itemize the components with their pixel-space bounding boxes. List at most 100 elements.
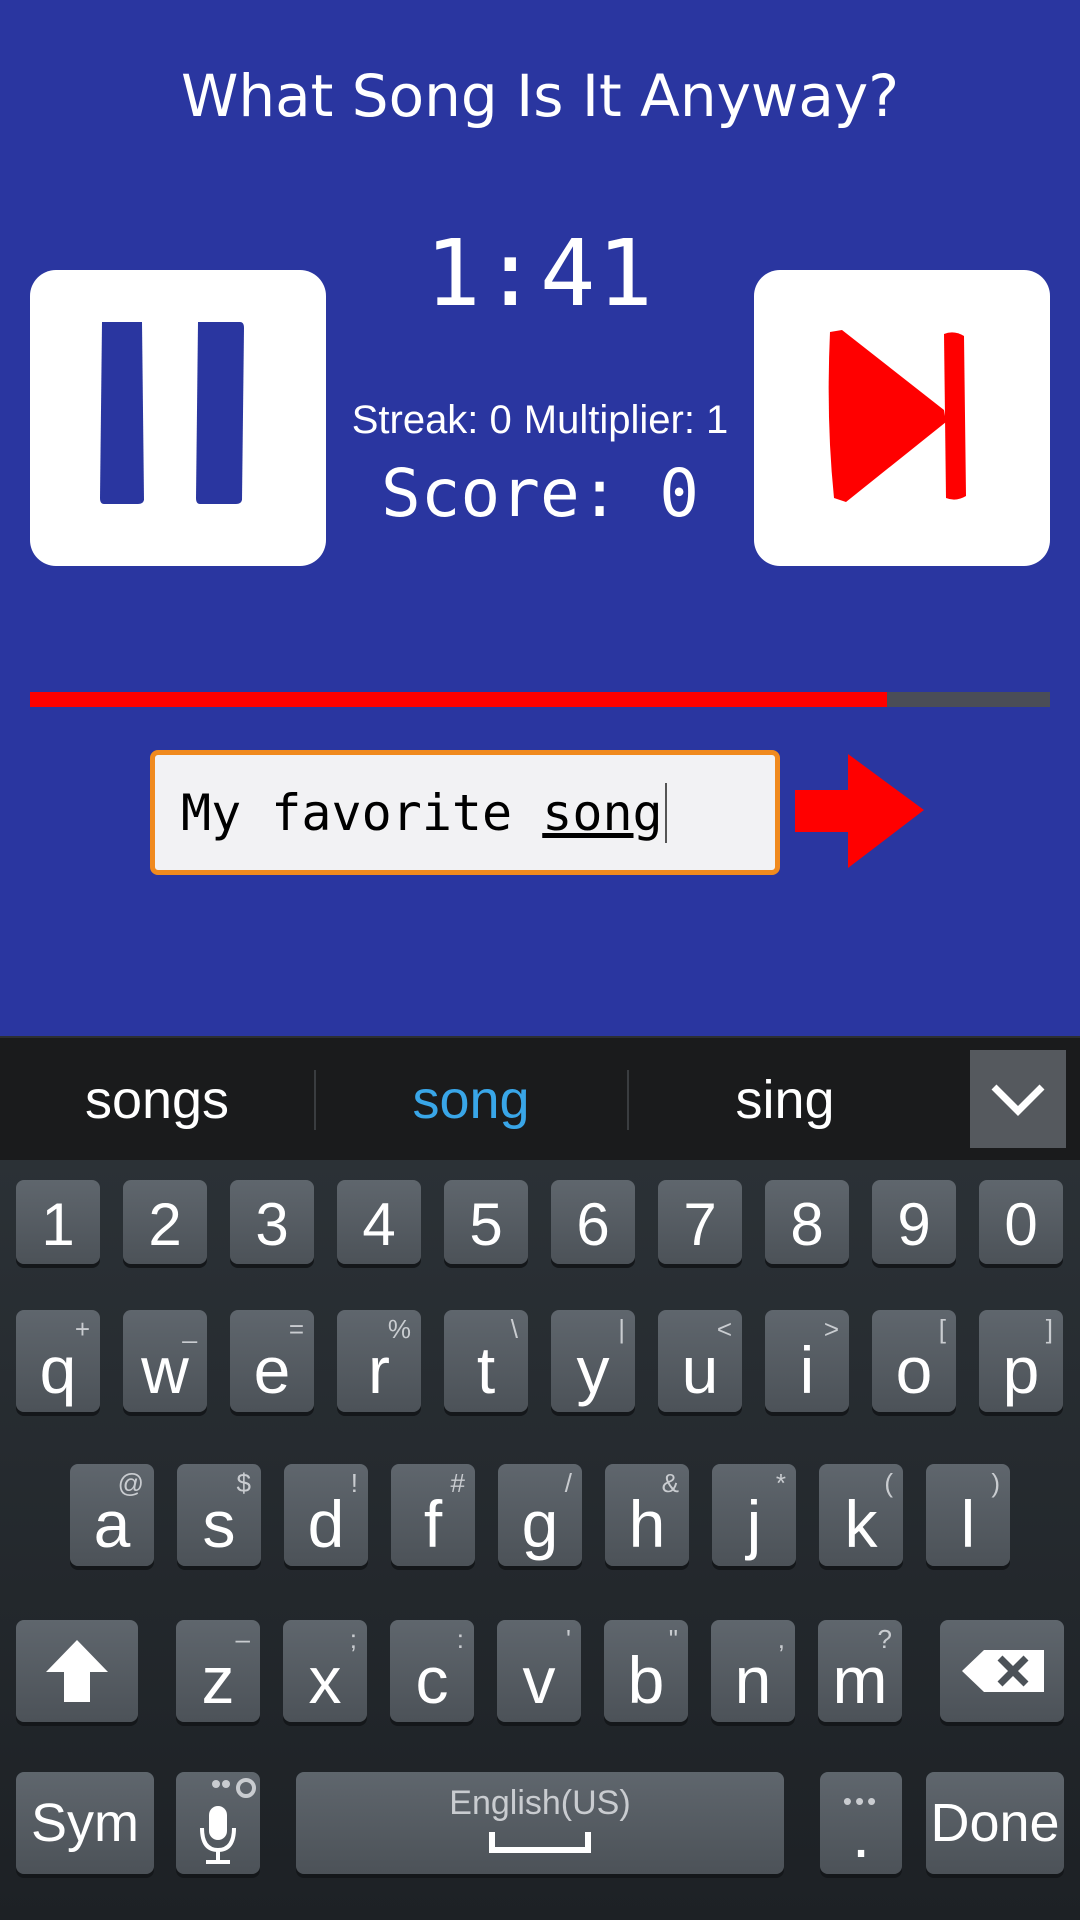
key-m-label: m [832, 1643, 888, 1717]
key-4[interactable]: 4 [337, 1180, 421, 1264]
key-s-label: s [202, 1487, 236, 1561]
score-label: Score: 0 [381, 455, 699, 532]
shift-icon [46, 1640, 108, 1702]
key-q[interactable]: + q [16, 1310, 100, 1412]
key-n[interactable]: ,n [711, 1620, 795, 1722]
key-p-label: p [1002, 1333, 1040, 1407]
game-screen: What Song Is It Anyway? 1:41 Streak: 0 Mu… [0, 0, 1080, 1036]
key-6-label: 6 [576, 1191, 610, 1258]
key-g-label: g [521, 1487, 559, 1561]
key-8-label: 8 [790, 1191, 824, 1258]
key-5[interactable]: 5 [444, 1180, 528, 1264]
skip-button[interactable] [754, 270, 1050, 566]
key-0-label: 0 [1004, 1191, 1038, 1258]
answer-composing-word: song [542, 783, 663, 842]
key-b[interactable]: " b [604, 1620, 688, 1722]
key-6[interactable]: 6 [551, 1180, 635, 1264]
period-key[interactable]: ••• . [820, 1772, 902, 1874]
key-v-label: v [522, 1643, 556, 1717]
key-9-label: 9 [897, 1191, 931, 1258]
key-0[interactable]: 0 [979, 1180, 1063, 1264]
app-title: What Song Is It Anyway? [180, 62, 900, 130]
key-7[interactable]: 7 [658, 1180, 742, 1264]
timer: 1:41 [425, 220, 655, 327]
answer-prefix: My favorite [181, 783, 543, 842]
key-x[interactable]: ; x [283, 1620, 367, 1722]
key-a[interactable]: @ a [70, 1464, 154, 1566]
key-k[interactable]: (k [819, 1464, 903, 1566]
key-s[interactable]: $ s [177, 1464, 261, 1566]
key-i[interactable]: > i [765, 1310, 849, 1412]
space-icon [489, 1832, 591, 1853]
key-y[interactable]: | y [551, 1310, 635, 1412]
key-d-label: d [307, 1487, 345, 1561]
skip-next-icon [828, 330, 966, 502]
key-3[interactable]: 3 [230, 1180, 314, 1264]
voice-input-key[interactable] [176, 1772, 260, 1874]
key-z[interactable]: – z [176, 1620, 260, 1722]
key-i-label: i [799, 1333, 815, 1407]
key-7-label: 7 [683, 1191, 717, 1258]
backspace-key[interactable] [940, 1620, 1064, 1722]
key-y-label: y [576, 1333, 610, 1407]
key-c[interactable]: :c [390, 1620, 474, 1722]
key-p[interactable]: ] p [979, 1310, 1063, 1412]
key-j[interactable]: * j [712, 1464, 796, 1566]
keyboard: Sym English(US) ••• . Done 1 2 3 4 5 6 7 8 9 0 + q _… [0, 1160, 1080, 1920]
key-1-label: 1 [41, 1191, 75, 1258]
answer-input[interactable]: My favorite song [150, 750, 780, 875]
key-8[interactable]: 8 [765, 1180, 849, 1264]
key-r[interactable]: % r [337, 1310, 421, 1412]
key-u[interactable]: < u [658, 1310, 742, 1412]
sym-label: Sym [31, 1793, 139, 1853]
done-label: Done [930, 1793, 1060, 1853]
key-f-label: f [423, 1487, 443, 1561]
key-2[interactable]: 2 [123, 1180, 207, 1264]
key-9[interactable]: 9 [872, 1180, 956, 1264]
key-j-label: j [746, 1487, 762, 1561]
sym-key[interactable]: Sym [16, 1772, 154, 1874]
space-key[interactable]: English(US) [296, 1772, 784, 1874]
key-q-label: q [39, 1333, 77, 1407]
shift-key[interactable] [16, 1620, 138, 1722]
key-r-label: r [368, 1333, 390, 1407]
submit-arrow-icon[interactable] [790, 750, 930, 870]
collapse-suggestions-button[interactable] [970, 1050, 1066, 1148]
suggestion-song[interactable]: song [314, 1038, 628, 1162]
song-progress-bar [30, 692, 1050, 707]
key-c-label: c [415, 1643, 449, 1717]
key-t-label: t [476, 1333, 496, 1407]
key-w-label: w [141, 1333, 189, 1407]
mic-icon [200, 1806, 236, 1864]
suggestion-songs[interactable]: songs [0, 1038, 314, 1162]
key-t[interactable]: \ t [444, 1310, 528, 1412]
key-f[interactable]: # f [391, 1464, 475, 1566]
key-w[interactable]: _ w [123, 1310, 207, 1412]
done-key[interactable]: Done [926, 1772, 1064, 1874]
pause-icon [100, 322, 244, 504]
key-u-label: u [681, 1333, 719, 1407]
key-k-label: k [844, 1487, 878, 1561]
pause-button[interactable] [30, 270, 326, 566]
key-1[interactable]: 1 [16, 1180, 100, 1264]
key-l-label: l [960, 1487, 976, 1561]
key-5-label: 5 [469, 1191, 503, 1258]
key-h[interactable]: & h [605, 1464, 689, 1566]
key-e[interactable]: = e [230, 1310, 314, 1412]
key-e-label: e [253, 1333, 291, 1407]
key-a-label: a [93, 1487, 131, 1561]
key-v[interactable]: ' v [497, 1620, 581, 1722]
key-g[interactable]: / g [498, 1464, 582, 1566]
key-x-label: x [308, 1643, 342, 1717]
period-label: . [851, 1797, 871, 1871]
suggestion-sing[interactable]: sing [628, 1038, 942, 1162]
text-caret [664, 782, 667, 843]
key-o-label: o [895, 1333, 933, 1407]
key-m[interactable]: ? m [818, 1620, 902, 1722]
key-o[interactable]: [o [872, 1310, 956, 1412]
key-l[interactable]: ) l [926, 1464, 1010, 1566]
song-progress-fill [30, 692, 887, 707]
key-d[interactable]: ! d [284, 1464, 368, 1566]
suggestion-bar: songs song sing [0, 1036, 1080, 1160]
key-4-label: 4 [362, 1191, 396, 1258]
